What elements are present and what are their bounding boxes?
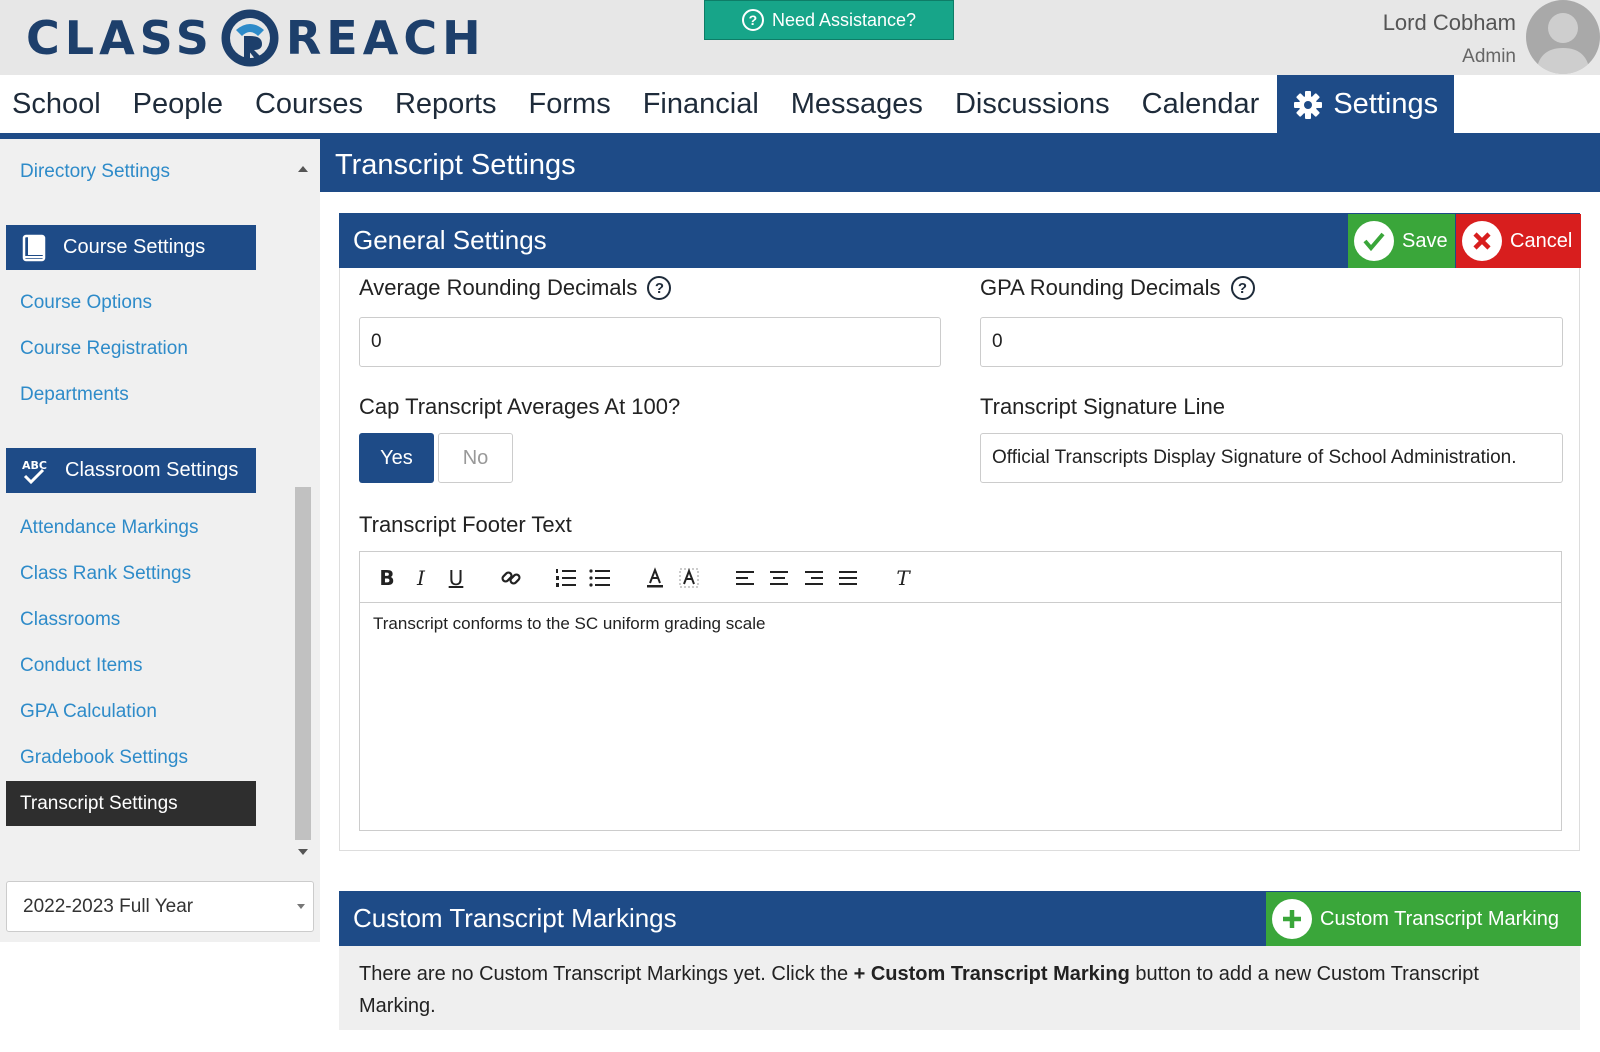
- average-rounding-label-text: Average Rounding Decimals: [359, 275, 638, 300]
- question-circle-icon: ?: [741, 9, 764, 31]
- nav-reports[interactable]: Reports: [379, 75, 513, 134]
- text-color-icon[interactable]: [642, 565, 668, 591]
- average-rounding-value: 0: [371, 331, 382, 352]
- cap-yes-button[interactable]: Yes: [359, 433, 434, 483]
- spellcheck-icon: ABC: [22, 459, 47, 484]
- sidebar-item-departments[interactable]: Departments: [20, 384, 129, 406]
- nav-school[interactable]: School: [0, 75, 117, 134]
- sidebar-item-course-options[interactable]: Course Options: [20, 292, 152, 314]
- school-year-value: 2022-2023 Full Year: [23, 895, 194, 917]
- add-custom-marking-label: Custom Transcript Marking: [1320, 907, 1559, 930]
- school-year-select[interactable]: 2022-2023 Full Year: [6, 881, 314, 932]
- user-role: Admin: [1462, 46, 1516, 67]
- cap-averages-label: Cap Transcript Averages At 100?: [359, 394, 681, 419]
- save-button[interactable]: Save: [1348, 214, 1455, 268]
- footer-text-content: Transcript conforms to the SC uniform gr…: [373, 614, 766, 633]
- cancel-button-label: Cancel: [1510, 229, 1573, 252]
- custom-markings-title: Custom Transcript Markings: [353, 903, 677, 933]
- help-icon[interactable]: ?: [647, 276, 672, 300]
- nav-forms[interactable]: Forms: [513, 75, 627, 134]
- empty-message-text: There are no Custom Transcript Markings …: [359, 963, 854, 985]
- sidebar-item-directory-settings[interactable]: Directory Settings: [20, 161, 170, 183]
- footer-text-label: Transcript Footer Text: [359, 512, 572, 537]
- bullet-list-icon[interactable]: [587, 565, 613, 591]
- user-silhouette-icon: [1536, 13, 1590, 74]
- ordered-list-icon[interactable]: [553, 565, 579, 591]
- gpa-rounding-input[interactable]: 0: [980, 317, 1563, 367]
- sidebar-item-gradebook-settings[interactable]: Gradebook Settings: [20, 747, 188, 769]
- italic-icon[interactable]: I: [408, 565, 434, 591]
- logo-text-left: CLASS: [26, 11, 214, 65]
- scroll-up-arrow-icon[interactable]: [298, 166, 308, 172]
- add-custom-transcript-marking-button[interactable]: Custom Transcript Marking: [1266, 892, 1581, 946]
- nav-settings[interactable]: Settings: [1277, 75, 1455, 134]
- help-icon[interactable]: ?: [1230, 276, 1255, 300]
- page-title: Transcript Settings: [320, 139, 1600, 192]
- sidebar-item-conduct-items[interactable]: Conduct Items: [20, 655, 143, 677]
- classroom-settings-heading-label: Classroom Settings: [65, 459, 239, 481]
- gpa-rounding-value: 0: [992, 331, 1003, 352]
- empty-message-button-ref: + Custom Transcript Marking: [853, 963, 1130, 985]
- svg-text:ABC: ABC: [22, 459, 47, 472]
- align-right-icon[interactable]: [801, 565, 827, 591]
- nav-settings-label: Settings: [1333, 88, 1439, 120]
- classreach-logo[interactable]: CLASS REACH: [26, 8, 486, 68]
- sidebar-item-classrooms[interactable]: Classrooms: [20, 609, 120, 631]
- sidebar-heading-course-settings: Course Settings: [6, 225, 256, 270]
- editor-toolbar: B I U T: [360, 552, 1561, 603]
- user-name: Lord Cobham: [1382, 10, 1516, 35]
- app-header: CLASS REACH ? Need Assistance? Lord Cobh…: [0, 0, 1600, 75]
- gear-icon: [1294, 90, 1323, 119]
- sidebar-item-course-registration[interactable]: Course Registration: [20, 338, 188, 360]
- gpa-rounding-label: GPA Rounding Decimals ?: [980, 275, 1255, 301]
- background-color-icon[interactable]: [676, 565, 702, 591]
- sidebar-item-class-rank-settings[interactable]: Class Rank Settings: [20, 563, 191, 585]
- sidebar-heading-classroom-settings: ABC Classroom Settings: [6, 448, 256, 493]
- sidebar-item-gpa-calculation[interactable]: GPA Calculation: [20, 701, 157, 723]
- align-left-icon[interactable]: [732, 565, 758, 591]
- clear-format-icon[interactable]: T: [890, 565, 916, 591]
- user-info[interactable]: Lord Cobham Admin: [1383, 10, 1516, 68]
- page-title-text: Transcript Settings: [335, 149, 576, 181]
- nav-discussions[interactable]: Discussions: [939, 75, 1126, 134]
- align-center-icon[interactable]: [766, 565, 792, 591]
- close-circle-icon: [1462, 221, 1502, 261]
- average-rounding-input[interactable]: 0: [359, 317, 941, 367]
- avatar[interactable]: [1526, 0, 1600, 74]
- sidebar-item-attendance-markings[interactable]: Attendance Markings: [20, 517, 199, 539]
- logo-mark-icon: [221, 9, 279, 67]
- bold-icon[interactable]: B: [374, 565, 400, 591]
- average-rounding-label: Average Rounding Decimals ?: [359, 275, 672, 301]
- plus-circle-icon: [1272, 899, 1312, 939]
- cancel-button[interactable]: Cancel: [1456, 214, 1581, 268]
- need-assistance-button[interactable]: ? Need Assistance?: [704, 0, 954, 40]
- chevron-down-icon: [297, 904, 305, 909]
- general-settings-title: General Settings: [353, 225, 547, 255]
- nav-people[interactable]: People: [117, 75, 239, 134]
- signature-line-label: Transcript Signature Line: [980, 394, 1225, 419]
- nav-courses[interactable]: Courses: [239, 75, 379, 134]
- scroll-down-arrow-icon[interactable]: [298, 849, 308, 855]
- logo-text-right: REACH: [285, 11, 486, 65]
- underline-icon[interactable]: U: [443, 565, 469, 591]
- align-justify-icon[interactable]: [835, 565, 861, 591]
- nav-calendar[interactable]: Calendar: [1126, 75, 1276, 134]
- nav-financial[interactable]: Financial: [627, 75, 775, 134]
- sidebar-item-transcript-settings[interactable]: Transcript Settings: [6, 781, 256, 826]
- link-icon[interactable]: [498, 565, 524, 591]
- nav-messages[interactable]: Messages: [775, 75, 939, 134]
- custom-markings-empty-message: There are no Custom Transcript Markings …: [339, 946, 1580, 1030]
- cap-no-button[interactable]: No: [438, 433, 513, 483]
- book-icon: [22, 234, 46, 261]
- signature-line-input[interactable]: Official Transcripts Display Signature o…: [980, 433, 1563, 483]
- check-circle-icon: [1354, 221, 1394, 261]
- course-settings-heading-label: Course Settings: [63, 236, 206, 258]
- footer-text-editor[interactable]: B I U T Transcript conforms to the SC un…: [359, 551, 1562, 831]
- gpa-rounding-label-text: GPA Rounding Decimals: [980, 275, 1221, 300]
- signature-line-value: Official Transcripts Display Signature o…: [992, 447, 1517, 468]
- save-button-label: Save: [1402, 229, 1448, 252]
- main-nav: School People Courses Reports Forms Fina…: [0, 75, 1600, 134]
- sidebar-scrollbar[interactable]: [295, 487, 311, 840]
- need-assistance-label: Need Assistance?: [771, 9, 917, 30]
